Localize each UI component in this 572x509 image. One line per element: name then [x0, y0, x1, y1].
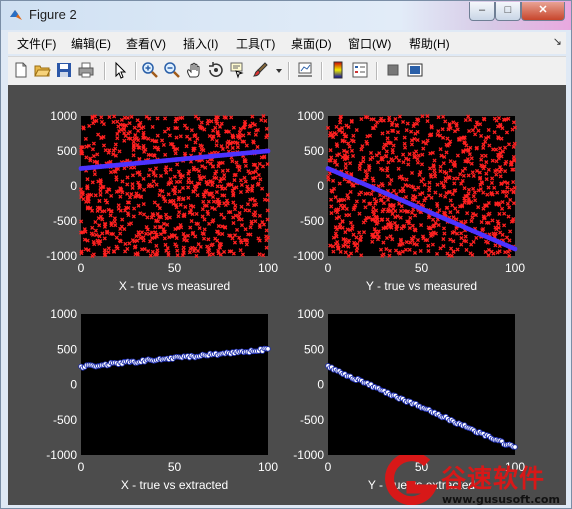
toolbar-separator — [288, 62, 290, 80]
link-plot-icon[interactable] — [296, 61, 314, 79]
matlab-logo-icon — [10, 10, 22, 20]
toolbar-separator — [376, 62, 378, 80]
y-tick-label: -1000 — [46, 249, 77, 263]
figure-window: Figure 2 – □ ✕ 文件(F) 编辑(E) 查看(V) 插入(I) 工… — [0, 0, 572, 509]
y-tick-label: 0 — [317, 378, 324, 392]
menu-edit[interactable]: 编辑(E) — [71, 35, 111, 52]
close-icon: ✕ — [538, 4, 548, 16]
x-tick-label: 50 — [168, 460, 182, 474]
x-tick-label: 0 — [325, 460, 332, 474]
y-tick-label: -500 — [53, 413, 77, 427]
window-title: Figure 2 — [29, 7, 77, 22]
figure-toolbar — [8, 56, 566, 85]
close-button[interactable]: ✕ — [521, 2, 565, 21]
hide-plot-tools-icon[interactable] — [384, 61, 402, 79]
menu-bar: 文件(F) 编辑(E) 查看(V) 插入(I) 工具(T) 桌面(D) 窗口(W… — [8, 32, 566, 54]
x-tick-label: 0 — [78, 460, 85, 474]
data-point — [512, 444, 518, 450]
watermark-logo-icon — [385, 455, 437, 505]
menu-insert[interactable]: 插入(I) — [183, 35, 218, 52]
show-plot-tools-icon[interactable] — [406, 61, 424, 79]
x-axis-label: X - true vs measured — [119, 279, 230, 293]
figure-canvas: 1000 500 0 -500 -1000 0 50 100 X - true vs measu… — [8, 85, 566, 505]
minimize-button[interactable]: – — [469, 2, 495, 21]
toolbar-separator — [321, 62, 323, 80]
x-tick-label: 0 — [325, 261, 332, 275]
rotate-3d-icon[interactable] — [207, 61, 225, 79]
zoom-in-icon[interactable] — [141, 61, 159, 79]
x-tick-label: 0 — [78, 261, 85, 275]
y-tick-label: 0 — [70, 179, 77, 193]
y-tick-label: -1000 — [293, 448, 324, 462]
y-tick-label: -500 — [300, 214, 324, 228]
watermark-brand: 谷速软件 — [441, 464, 546, 493]
brush-dropdown-icon[interactable] — [270, 61, 282, 79]
open-file-icon[interactable] — [33, 61, 51, 79]
y-tick-label: 500 — [57, 144, 77, 158]
maximize-button[interactable]: □ — [495, 2, 521, 21]
x-tick-label: 100 — [258, 460, 278, 474]
menu-window[interactable]: 窗口(W) — [348, 35, 391, 52]
y-tick-label: 0 — [70, 378, 77, 392]
pointer-icon[interactable] — [111, 61, 129, 79]
minimize-icon: – — [478, 4, 486, 16]
axes-3 — [81, 314, 268, 455]
menu-view[interactable]: 查看(V) — [126, 35, 166, 52]
zoom-out-icon[interactable] — [163, 61, 181, 79]
x-tick-label: 50 — [168, 261, 182, 275]
x-axis-label: Y - true vs measured — [366, 279, 477, 293]
y-tick-label: -500 — [300, 413, 324, 427]
maximize-icon: □ — [504, 4, 512, 16]
new-figure-icon[interactable] — [12, 61, 30, 79]
data-cursor-icon[interactable] — [229, 61, 247, 79]
y-tick-label: 1000 — [50, 109, 77, 123]
toolbar-separator — [104, 62, 106, 80]
title-bar[interactable]: Figure 2 – □ ✕ — [1, 1, 571, 30]
y-tick-label: -500 — [53, 214, 77, 228]
menu-tools[interactable]: 工具(T) — [236, 35, 275, 52]
menu-desktop[interactable]: 桌面(D) — [291, 35, 332, 52]
y-tick-label: 500 — [304, 342, 324, 356]
print-icon[interactable] — [77, 61, 95, 79]
y-tick-label: 1000 — [50, 307, 77, 321]
x-tick-label: 100 — [505, 261, 525, 275]
save-icon[interactable] — [55, 61, 73, 79]
legend-icon[interactable] — [351, 61, 369, 79]
watermark-url: www.gususoft.com — [442, 493, 560, 506]
subplots-svg: 10005000-500-10000 50 100X - true vs measu… — [46, 109, 525, 492]
y-tick-label: -1000 — [46, 448, 77, 462]
brush-icon[interactable] — [251, 61, 269, 79]
colorbar-icon[interactable] — [329, 61, 347, 79]
x-tick-label: 50 — [415, 261, 429, 275]
y-tick-label: -1000 — [293, 249, 324, 263]
data-point — [512, 246, 518, 252]
menu-file[interactable]: 文件(F) — [17, 35, 56, 52]
menubar-dock-arrow-icon[interactable]: ↘ — [553, 35, 562, 48]
y-tick-label: 500 — [304, 144, 324, 158]
toolbar-separator — [135, 62, 137, 80]
y-tick-label: 500 — [57, 342, 77, 356]
y-tick-label: 1000 — [297, 307, 324, 321]
menu-help[interactable]: 帮助(H) — [409, 35, 450, 52]
data-point — [265, 346, 271, 352]
y-tick-label: 0 — [317, 179, 324, 193]
x-axis-label: X - true vs extracted — [121, 478, 228, 492]
x-tick-label: 100 — [258, 261, 278, 275]
pan-icon[interactable] — [185, 61, 203, 79]
y-tick-label: 1000 — [297, 109, 324, 123]
data-point — [265, 148, 271, 154]
